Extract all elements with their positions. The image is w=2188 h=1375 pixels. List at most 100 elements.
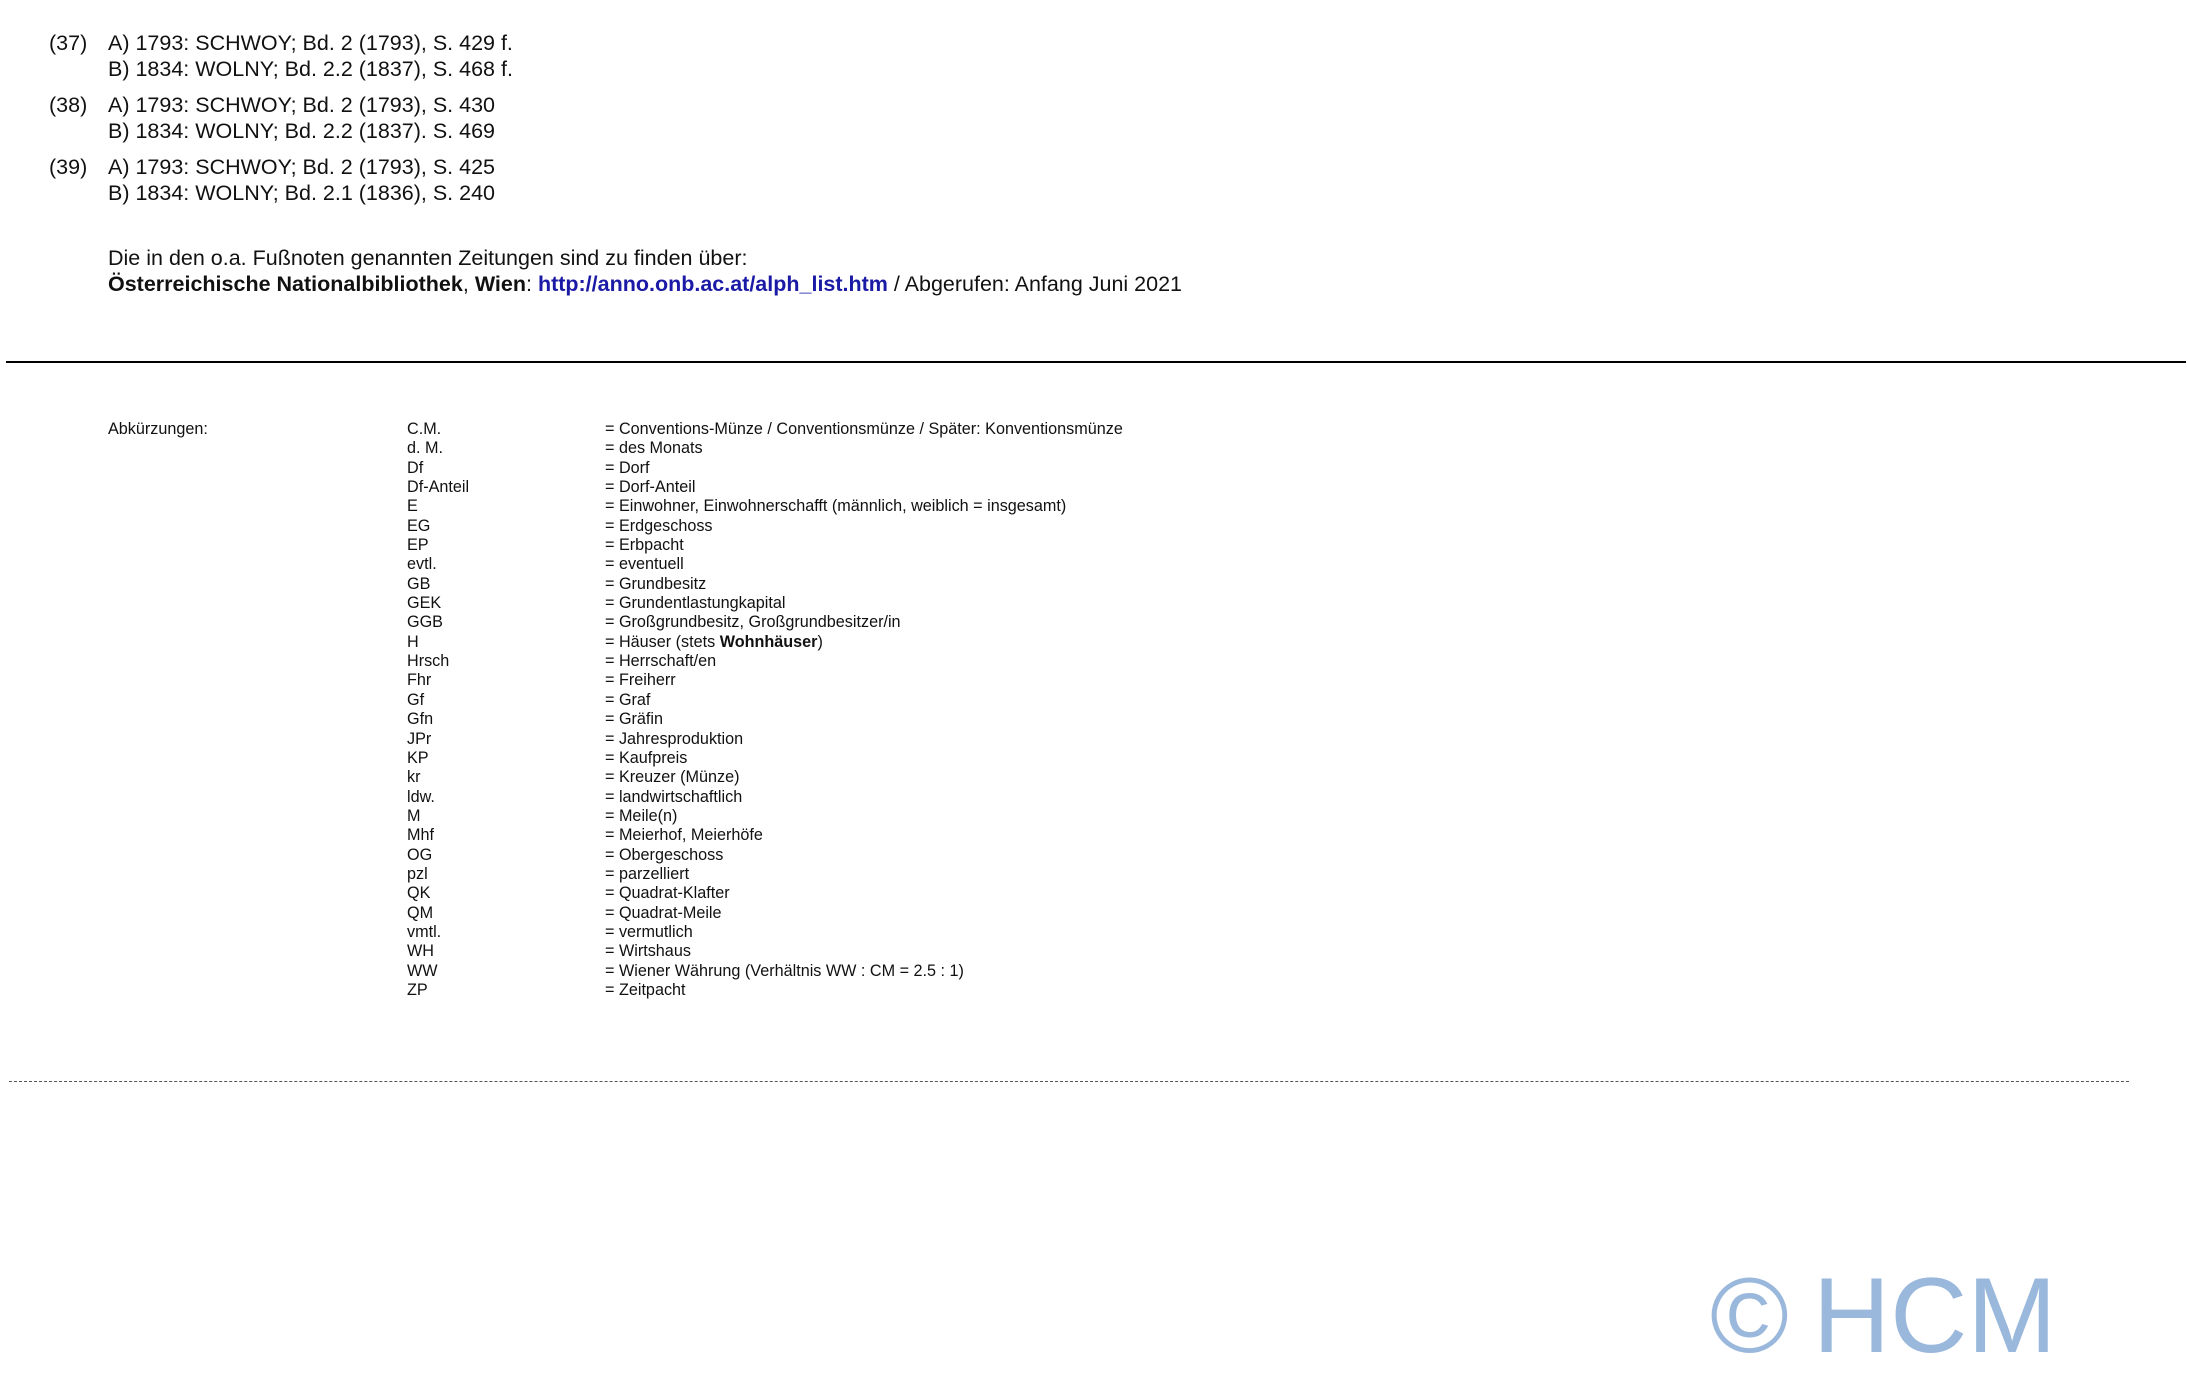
abbreviation-row: evtl. = eventuell bbox=[407, 555, 1123, 574]
abbreviation-row: ZP = Zeitpacht bbox=[407, 981, 1123, 1000]
footnotes-list: (37) A) 1793: SCHWOY; Bd. 2 (1793), S. 4… bbox=[49, 30, 1449, 216]
abbreviation-meaning: = des Monats bbox=[605, 439, 703, 458]
abbreviation-meaning: = Gräfin bbox=[605, 710, 664, 729]
abbreviation-meaning: = Kaufpreis bbox=[605, 748, 688, 767]
abbreviation-meaning: = Erdgeschoss bbox=[605, 516, 713, 535]
abbreviation-row: Df-Anteil = Dorf-Anteil bbox=[407, 478, 1123, 497]
abbreviation-row: GEK = Grundentlastungkapital bbox=[407, 594, 1123, 613]
abbreviation-meaning: = Wirtshaus bbox=[605, 942, 691, 961]
abbreviation-row: WH = Wirtshaus bbox=[407, 942, 1123, 961]
abbreviation-key: QM bbox=[407, 903, 434, 922]
abbreviation-key: GB bbox=[407, 574, 431, 593]
abbreviation-key: QK bbox=[407, 884, 431, 903]
abbreviation-meaning-part: ) bbox=[817, 632, 823, 651]
abbreviation-key: JPr bbox=[407, 729, 432, 748]
footnote-source-a: A) 1793: SCHWOY; Bd. 2 (1793), S. 425 bbox=[108, 155, 495, 179]
abbreviation-meaning: = Quadrat-Meile bbox=[605, 903, 722, 922]
footnote-37: (37) A) 1793: SCHWOY; Bd. 2 (1793), S. 4… bbox=[49, 30, 1449, 82]
abbreviation-key: M bbox=[407, 806, 421, 825]
hcm-watermark: © HCM bbox=[1710, 1262, 2057, 1369]
footnote-source-a: A) 1793: SCHWOY; Bd. 2 (1793), S. 430 bbox=[108, 93, 495, 117]
footnote-39: (39) A) 1793: SCHWOY; Bd. 2 (1793), S. 4… bbox=[49, 154, 1449, 206]
abbreviations-heading: Abkürzungen: bbox=[108, 420, 208, 438]
abbreviation-meaning: = Einwohner, Einwohnerschafft (männlich,… bbox=[605, 497, 1067, 516]
abbreviation-row: GGB = Großgrundbesitz, Großgrundbesitzer/… bbox=[407, 613, 1123, 632]
abbreviation-key: Hrsch bbox=[407, 652, 450, 671]
abbreviation-meaning: = Dorf-Anteil bbox=[605, 478, 696, 497]
abbreviation-row: OG = Obergeschoss bbox=[407, 846, 1123, 865]
abbreviation-key: Df-Anteil bbox=[407, 478, 470, 497]
abbreviation-meaning: = Graf bbox=[605, 690, 651, 709]
abbreviation-meaning: = Meierhof, Meierhöfe bbox=[605, 826, 763, 845]
abbreviation-key: C.M. bbox=[407, 420, 442, 438]
abbreviation-meaning: = parzelliert bbox=[605, 864, 690, 883]
abbreviation-row: Gf = Graf bbox=[407, 691, 1123, 710]
abbreviation-key: H bbox=[407, 632, 419, 651]
abbreviation-meaning-part: = Häuser (stets bbox=[605, 632, 720, 651]
abbreviation-meaning: = Quadrat-Klafter bbox=[605, 884, 730, 903]
abbreviation-row: Df = Dorf bbox=[407, 459, 1123, 478]
abbreviation-meaning: = Kreuzer (Münze) bbox=[605, 768, 740, 787]
abbreviation-key: EG bbox=[407, 516, 431, 535]
abbreviation-key: GEK bbox=[407, 594, 442, 613]
abbreviation-meaning: = Grundbesitz bbox=[605, 574, 707, 593]
source-retrieved: / Abgerufen: Anfang Juni 2021 bbox=[887, 272, 1182, 296]
abbreviation-meaning: = vermutlich bbox=[605, 922, 693, 941]
abbreviation-key: ZP bbox=[407, 980, 428, 999]
footnote-38: (38) A) 1793: SCHWOY; Bd. 2 (1793), S. 4… bbox=[49, 92, 1449, 144]
abbreviation-key: vmtl. bbox=[407, 922, 442, 941]
abbreviation-key: d. M. bbox=[407, 439, 443, 458]
source-institution: Österreichische Nationalbibliothek bbox=[108, 272, 463, 296]
abbreviation-row: JPr = Jahresproduktion bbox=[407, 730, 1123, 749]
abbreviation-meaning: = Meile(n) bbox=[605, 806, 678, 825]
abbreviation-key: pzl bbox=[407, 864, 428, 883]
abbreviation-row: QK = Quadrat-Klafter bbox=[407, 884, 1123, 903]
source-note-intro: Die in den o.a. Fußnoten genannten Zeitu… bbox=[108, 246, 748, 270]
abbreviation-row: ldw. = landwirtschaftlich bbox=[407, 788, 1123, 807]
source-separator: : bbox=[525, 272, 538, 296]
abbreviation-row: Hrsch = Herrschaft/en bbox=[407, 652, 1123, 671]
abbreviation-meaning: = Freiherr bbox=[605, 671, 676, 690]
abbreviation-key: EP bbox=[407, 536, 429, 555]
footnote-source-b: B) 1834: WOLNY; Bd. 2.1 (1836), S. 240 bbox=[108, 181, 495, 205]
footnote-source-b: B) 1834: WOLNY; Bd. 2.2 (1837), S. 468 f… bbox=[108, 57, 513, 81]
footnote-source-b: B) 1834: WOLNY; Bd. 2.2 (1837). S. 469 bbox=[108, 119, 495, 143]
section-divider bbox=[6, 361, 2186, 363]
abbreviation-row: WW = Wiener Währung (Verhältnis WW : CM =… bbox=[407, 962, 1123, 981]
abbreviation-row: Gfn = Gräfin bbox=[407, 710, 1123, 729]
source-separator: , bbox=[462, 272, 475, 296]
abbreviation-key: ldw. bbox=[407, 787, 435, 806]
abbreviation-meaning: = Jahresproduktion bbox=[605, 729, 744, 748]
footnote-source-a: A) 1793: SCHWOY; Bd. 2 (1793), S. 429 f. bbox=[108, 31, 513, 55]
abbreviation-row: Mhf = Meierhof, Meierhöfe bbox=[407, 826, 1123, 845]
abbreviation-meaning: = landwirtschaftlich bbox=[605, 787, 743, 806]
abbreviation-meaning: = Grundentlastungkapital bbox=[605, 594, 786, 613]
abbreviation-meaning: = Erbpacht bbox=[605, 536, 684, 555]
abbreviation-row: EG = Erdgeschoss bbox=[407, 517, 1123, 536]
abbreviation-key: kr bbox=[407, 768, 421, 787]
source-note: Die in den o.a. Fußnoten genannten Zeitu… bbox=[108, 245, 1182, 297]
abbreviation-row: M = Meile(n) bbox=[407, 807, 1123, 826]
abbreviation-key: KP bbox=[407, 748, 429, 767]
source-url-link[interactable]: http://anno.onb.ac.at/alph_list.htm bbox=[538, 272, 888, 296]
abbreviation-meaning: = Dorf bbox=[605, 458, 650, 477]
abbreviation-meaning: = Zeitpacht bbox=[605, 980, 686, 999]
abbreviation-row: E = Einwohner, Einwohnerschafft (männlich… bbox=[407, 497, 1123, 516]
abbreviation-row: EP = Erbpacht bbox=[407, 536, 1123, 555]
footnote-number: (39) bbox=[49, 155, 88, 179]
dashed-divider bbox=[9, 1081, 2129, 1082]
footnote-number: (37) bbox=[49, 31, 88, 55]
abbreviation-key: Fhr bbox=[407, 671, 432, 690]
abbreviation-row: d. M. = des Monats bbox=[407, 439, 1123, 458]
abbreviation-row: kr = Kreuzer (Münze) bbox=[407, 768, 1123, 787]
abbreviation-key: E bbox=[407, 497, 418, 516]
abbreviation-key: OG bbox=[407, 845, 433, 864]
abbreviation-row: GB = Grundbesitz bbox=[407, 575, 1123, 594]
abbreviation-key: WW bbox=[407, 961, 438, 980]
footnote-number: (38) bbox=[49, 93, 88, 117]
abbreviations-table: C.M. = Conventions-Münze / Conventionsmün… bbox=[407, 420, 1123, 1000]
abbreviation-row: vmtl. = vermutlich bbox=[407, 923, 1123, 942]
abbreviation-row: Fhr = Freiherr bbox=[407, 671, 1123, 690]
abbreviation-meaning-emphasis: Wohnhäuser bbox=[719, 632, 818, 651]
abbreviation-key: GGB bbox=[407, 613, 443, 632]
